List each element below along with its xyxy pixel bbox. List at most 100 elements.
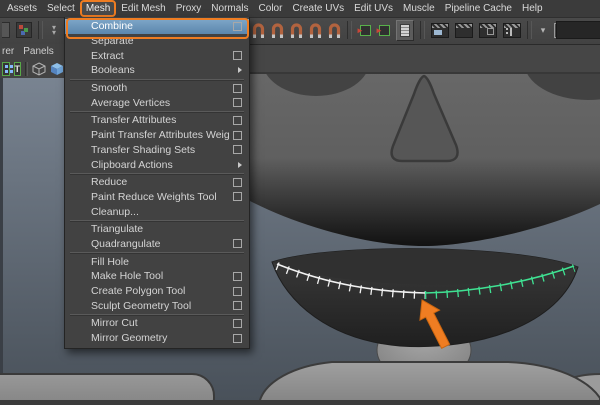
option-box[interactable] xyxy=(233,177,242,187)
menu-item-label: Triangulate xyxy=(91,223,144,236)
menu-item-reduce[interactable]: Reduce xyxy=(65,175,249,190)
menu-separator xyxy=(70,172,244,174)
component-dots-icon[interactable] xyxy=(2,61,10,76)
wireframe-cube-icon[interactable] xyxy=(32,61,46,76)
menu-item-create-polygon-tool[interactable]: Create Polygon Tool xyxy=(65,284,249,299)
menu-separator xyxy=(70,78,244,80)
input-connections-icon[interactable]: ► xyxy=(356,24,371,37)
option-box[interactable] xyxy=(233,98,242,108)
menubar-item-edit-uvs[interactable]: Edit UVs xyxy=(349,0,398,17)
separator xyxy=(38,21,43,39)
menubar-item-pipeline-cache[interactable]: Pipeline Cache xyxy=(440,0,517,17)
menu-item-paint-transfer-attributes-weights-tool[interactable]: Paint Transfer Attributes Weights Tool xyxy=(65,128,249,143)
left-arm[interactable] xyxy=(0,373,215,405)
menubar-item-select[interactable]: Select xyxy=(42,0,80,17)
dropdown-caret-icon[interactable]: ▾ xyxy=(538,25,548,36)
render-current-frame-icon[interactable] xyxy=(431,22,449,38)
menu-item-paint-reduce-weights-tool[interactable]: Paint Reduce Weights Tool xyxy=(65,190,249,205)
panel-toolbar: T xyxy=(0,59,64,78)
quick-selection-field[interactable] xyxy=(556,21,600,39)
character-head[interactable] xyxy=(248,44,600,250)
hat-brim[interactable] xyxy=(246,44,600,74)
option-box[interactable] xyxy=(233,21,242,31)
menu-item-label: Combine xyxy=(91,20,134,33)
menu-item-label: Quadrangulate xyxy=(91,237,161,250)
menu-item-mirror-geometry[interactable]: Mirror Geometry xyxy=(65,331,249,346)
menubar-item-normals[interactable]: Normals xyxy=(206,0,253,17)
render-settings-icon[interactable] xyxy=(479,22,497,38)
status-line-right-group: ► ► ▾ xyxy=(252,17,569,43)
menu-item-separate[interactable]: Separate xyxy=(65,34,249,49)
menu-separator xyxy=(70,111,244,113)
menubar-item-edit-mesh[interactable]: Edit Mesh xyxy=(116,0,170,17)
snap-to-curve-icon[interactable] xyxy=(271,22,284,38)
menu-item-combine[interactable]: Combine xyxy=(65,19,249,34)
menu-item-make-hole-tool[interactable]: Make Hole Tool xyxy=(65,269,249,284)
mesh-menu: Combine Separate Extract Booleans Smooth Aver… xyxy=(64,17,250,349)
snap-to-point-icon[interactable] xyxy=(290,22,303,38)
menubar-item-assets[interactable]: Assets xyxy=(2,0,42,17)
option-box[interactable] xyxy=(233,286,242,296)
menu-item-cleanup[interactable]: Cleanup... xyxy=(65,204,249,219)
menu-separator xyxy=(70,252,244,254)
menu-bar: Assets Select Mesh Edit Mesh Proxy Normals Col… xyxy=(0,0,600,18)
ipr-render-icon[interactable] xyxy=(455,22,473,38)
menu-item-label: Reduce xyxy=(91,176,128,189)
menubar-item-color[interactable]: Color xyxy=(254,0,288,17)
menu-item-smooth[interactable]: Smooth xyxy=(65,81,249,96)
option-box[interactable] xyxy=(233,83,242,93)
menu-item-transfer-attributes[interactable]: Transfer Attributes xyxy=(65,113,249,128)
menu-item-label: Create Polygon Tool xyxy=(91,285,186,298)
menu-item-label: Extract xyxy=(91,49,124,62)
menu-separator xyxy=(70,219,244,221)
collapse-section-icon[interactable]: ▾ ▾ xyxy=(49,24,59,37)
menu-item-mirror-cut[interactable]: Mirror Cut xyxy=(65,316,249,331)
menu-item-clipboard-actions[interactable]: Clipboard Actions xyxy=(65,157,249,172)
menubar-item-mesh[interactable]: Mesh xyxy=(79,0,117,17)
panel-menu-panels[interactable]: Panels xyxy=(23,46,54,57)
option-box[interactable] xyxy=(233,333,242,343)
torso[interactable] xyxy=(259,361,600,405)
menu-item-triangulate[interactable]: Triangulate xyxy=(65,222,249,237)
menu-item-extract[interactable]: Extract xyxy=(65,48,249,63)
option-box[interactable] xyxy=(233,301,242,311)
option-box[interactable] xyxy=(233,239,242,249)
menu-item-booleans[interactable]: Booleans xyxy=(65,63,249,78)
shaded-cube-icon[interactable] xyxy=(50,62,64,76)
snap-to-grid-icon[interactable] xyxy=(252,22,265,38)
menu-item-label: Transfer Shading Sets xyxy=(91,143,196,156)
menu-item-average-vertices[interactable]: Average Vertices xyxy=(65,95,249,110)
snap-to-view-plane-icon[interactable] xyxy=(328,22,341,38)
menubar-item-create-uvs[interactable]: Create UVs xyxy=(287,0,349,17)
separator xyxy=(347,21,352,39)
option-box[interactable] xyxy=(233,271,242,281)
panel-menu-renderer[interactable]: rer xyxy=(2,46,14,57)
option-box[interactable] xyxy=(233,145,242,155)
menu-item-quadrangulate[interactable]: Quadrangulate xyxy=(65,237,249,252)
panel-strip: rer Panels T xyxy=(0,44,64,78)
option-box[interactable] xyxy=(233,318,242,328)
menu-item-label: Separate xyxy=(91,35,134,48)
hat-brim-edge xyxy=(246,72,600,74)
construction-history-icon[interactable] xyxy=(396,19,414,41)
option-box[interactable] xyxy=(233,115,242,125)
output-connections-icon[interactable]: ► xyxy=(375,24,390,37)
menubar-item-help[interactable]: Help xyxy=(517,0,548,17)
menu-item-label: Booleans xyxy=(91,64,135,77)
snap-to-projected-center-icon[interactable] xyxy=(309,22,322,38)
menubar-item-muscle[interactable]: Muscle xyxy=(398,0,440,17)
menubar-item-proxy[interactable]: Proxy xyxy=(171,0,207,17)
menu-item-label: Mirror Cut xyxy=(91,317,138,330)
clipped-tool-icon[interactable] xyxy=(2,22,10,38)
selection-masks-icon[interactable] xyxy=(16,22,32,38)
option-box[interactable] xyxy=(233,130,242,140)
text-tool-icon[interactable]: T xyxy=(13,61,22,76)
option-box[interactable] xyxy=(233,192,242,202)
menu-item-label: Paint Reduce Weights Tool xyxy=(91,190,217,203)
menu-item-transfer-shading-sets[interactable]: Transfer Shading Sets xyxy=(65,143,249,158)
menu-item-sculpt-geometry-tool[interactable]: Sculpt Geometry Tool xyxy=(65,298,249,313)
option-box[interactable] xyxy=(233,51,242,61)
menu-item-label: Transfer Attributes xyxy=(91,114,177,127)
menu-item-fill-hole[interactable]: Fill Hole xyxy=(65,254,249,269)
launch-render-view-icon[interactable] xyxy=(503,22,521,38)
